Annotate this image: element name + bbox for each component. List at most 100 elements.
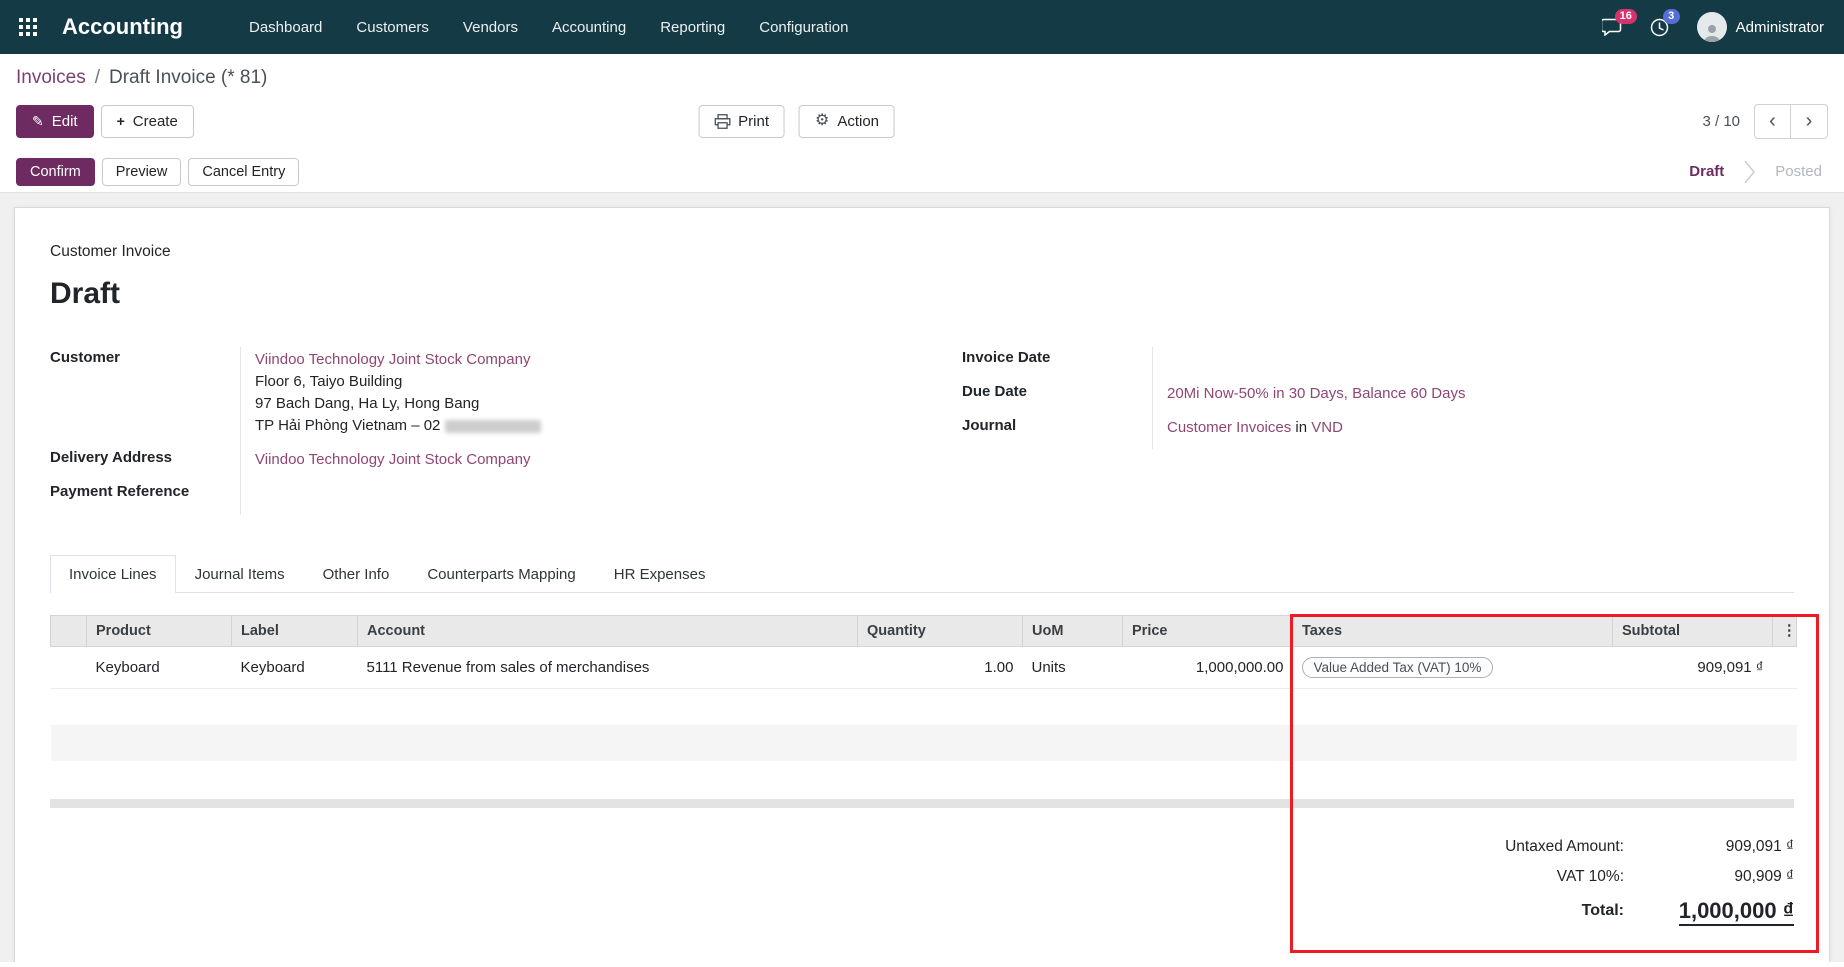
edit-button-label: Edit — [52, 113, 78, 130]
create-button-label: Create — [133, 113, 178, 130]
breadcrumb-current: Draft Invoice (* 81) — [109, 67, 267, 88]
nav-item-customers[interactable]: Customers — [356, 19, 429, 36]
cell-quantity: 1.00 — [858, 647, 1023, 689]
activities-button[interactable]: 3 — [1650, 18, 1669, 37]
header-subtotal[interactable]: Subtotal — [1613, 616, 1773, 647]
edit-button[interactable]: ✎ Edit — [16, 105, 94, 138]
journal-value: Customer Invoices in VND — [1152, 415, 1794, 449]
status-step-posted[interactable]: Posted — [1775, 163, 1822, 180]
nav-item-dashboard[interactable]: Dashboard — [249, 19, 322, 36]
document-type: Customer Invoice — [50, 243, 1794, 261]
untaxed-amount-label: Untaxed Amount: — [1505, 838, 1624, 856]
invoice-date-value[interactable] — [1152, 347, 1794, 381]
table-header-row: Product Label Account Quantity UoM Price… — [51, 616, 1797, 647]
chevron-left-icon: ‹ — [1769, 110, 1776, 132]
printer-icon — [714, 114, 730, 129]
list-separator — [50, 799, 1794, 808]
cell-taxes: Value Added Tax (VAT) 10% — [1293, 647, 1613, 689]
avatar — [1697, 12, 1727, 42]
nav-item-vendors[interactable]: Vendors — [463, 19, 518, 36]
action-button[interactable]: ⚙ Action — [799, 105, 895, 138]
cancel-entry-button[interactable]: Cancel Entry — [188, 158, 299, 186]
chevron-right-icon: › — [1806, 110, 1813, 132]
main-menu: Dashboard Customers Vendors Accounting R… — [249, 19, 848, 36]
nav-item-reporting[interactable]: Reporting — [660, 19, 725, 36]
column-options-button[interactable]: ⋮ — [1773, 616, 1797, 647]
person-icon — [1702, 22, 1722, 42]
confirm-button[interactable]: Confirm — [16, 158, 95, 186]
create-button[interactable]: + Create — [101, 105, 194, 138]
header-account[interactable]: Account — [358, 616, 858, 647]
header-quantity[interactable]: Quantity — [858, 616, 1023, 647]
status-steps: Draft Posted — [1689, 160, 1828, 184]
payment-terms-link[interactable]: 20Mi Now-50% in 30 Days, Balance 60 Days — [1167, 385, 1465, 402]
left-field-group: Customer Viindoo Technology Joint Stock … — [50, 347, 882, 515]
right-field-group: Invoice Date Due Date 20Mi Now-50% in 30… — [962, 347, 1794, 515]
payment-reference-label: Payment Reference — [50, 481, 240, 515]
action-button-label: Action — [837, 113, 879, 130]
header-taxes[interactable]: Taxes — [1293, 616, 1613, 647]
customer-address-line3: TP Hải Phòng Vietnam – 02 — [255, 415, 882, 437]
user-menu[interactable]: Administrator — [1697, 12, 1824, 42]
navbar-systray: 16 3 Administrator — [1602, 12, 1824, 42]
cell-gutter — [51, 647, 87, 689]
pager-previous-button[interactable]: ‹ — [1754, 104, 1791, 139]
activities-badge: 3 — [1663, 9, 1680, 24]
header-product[interactable]: Product — [87, 616, 232, 647]
untaxed-amount-value: 909,091 ₫ — [1644, 838, 1794, 856]
tab-other-info[interactable]: Other Info — [304, 555, 409, 593]
invoice-line-row[interactable]: Keyboard Keyboard 5111 Revenue from sale… — [51, 647, 1797, 689]
gear-icon: ⚙ — [815, 113, 829, 129]
header-uom[interactable]: UoM — [1023, 616, 1123, 647]
empty-row — [51, 689, 1797, 725]
cell-label: Keyboard — [232, 647, 358, 689]
app-title[interactable]: Accounting — [62, 14, 183, 40]
header-gutter — [51, 616, 87, 647]
nav-item-configuration[interactable]: Configuration — [759, 19, 848, 36]
print-button[interactable]: Print — [698, 105, 785, 138]
cell-product: Keyboard — [87, 647, 232, 689]
currency-link[interactable]: VND — [1311, 419, 1343, 436]
tab-journal-items[interactable]: Journal Items — [176, 555, 304, 593]
tab-hr-expenses[interactable]: HR Expenses — [595, 555, 725, 593]
field-groups: Customer Viindoo Technology Joint Stock … — [50, 347, 1794, 515]
messages-button[interactable]: 16 — [1602, 18, 1622, 36]
customer-link[interactable]: Viindoo Technology Joint Stock Company — [255, 351, 530, 368]
pager-next-button[interactable]: › — [1791, 104, 1828, 139]
customer-value: Viindoo Technology Joint Stock Company F… — [240, 347, 882, 447]
header-price[interactable]: Price — [1123, 616, 1293, 647]
tab-counterparts-mapping[interactable]: Counterparts Mapping — [408, 555, 594, 593]
pager: 3 / 10 ‹ › — [1702, 104, 1828, 139]
due-date-label: Due Date — [962, 381, 1152, 415]
apps-menu-button[interactable] — [0, 0, 56, 54]
journal-label: Journal — [962, 415, 1152, 449]
invoice-lines-table: Product Label Account Quantity UoM Price… — [50, 615, 1797, 797]
payment-reference-value[interactable] — [240, 481, 882, 515]
header-label[interactable]: Label — [232, 616, 358, 647]
apps-grid-icon — [19, 18, 37, 36]
delivery-address-label: Delivery Address — [50, 447, 240, 481]
due-date-value[interactable]: 20Mi Now-50% in 30 Days, Balance 60 Days — [1152, 381, 1794, 415]
cell-uom: Units — [1023, 647, 1123, 689]
pager-value: 3 / 10 — [1702, 113, 1740, 130]
customer-label: Customer — [50, 347, 240, 447]
vat-value: 90,909 ₫ — [1644, 868, 1794, 886]
breadcrumb-invoices-link[interactable]: Invoices — [16, 67, 86, 88]
form-view-container: Customer Invoice Draft Customer Viindoo … — [0, 193, 1844, 962]
empty-row — [51, 725, 1797, 761]
journal-conjunction: in — [1295, 419, 1307, 436]
plus-icon: + — [117, 114, 125, 128]
page: Accounting Dashboard Customers Vendors A… — [0, 0, 1844, 967]
status-step-draft[interactable]: Draft — [1689, 163, 1724, 180]
delivery-address-link[interactable]: Viindoo Technology Joint Stock Company — [255, 451, 530, 468]
print-button-label: Print — [738, 113, 769, 130]
tab-invoice-lines[interactable]: Invoice Lines — [50, 555, 176, 593]
journal-link[interactable]: Customer Invoices — [1167, 419, 1291, 436]
breadcrumb: Invoices/Draft Invoice (* 81) — [0, 54, 1844, 91]
customer-address-line1: Floor 6, Taiyo Building — [255, 371, 882, 393]
preview-button[interactable]: Preview — [102, 158, 182, 186]
total-value: 1,000,000 ₫ — [1644, 898, 1794, 924]
totals-block: Untaxed Amount: 909,091 ₫ VAT 10%: 90,90… — [50, 838, 1794, 924]
nav-item-accounting[interactable]: Accounting — [552, 19, 626, 36]
cell-account: 5111 Revenue from sales of merchandises — [358, 647, 858, 689]
